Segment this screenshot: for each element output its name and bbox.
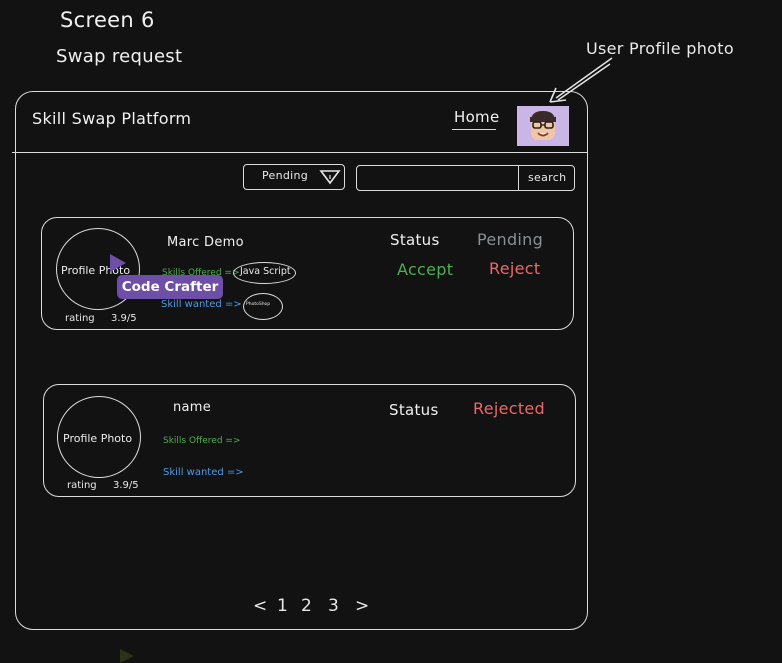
status-filter-value: Pending bbox=[262, 169, 309, 182]
skill-wanted-label: Skill wanted => bbox=[163, 467, 244, 478]
user-avatar-icon bbox=[530, 111, 556, 140]
accept-button[interactable]: Accept bbox=[397, 260, 453, 279]
search-divider bbox=[518, 166, 519, 190]
user-avatar[interactable] bbox=[517, 106, 569, 146]
pagination-page-1[interactable]: 1 bbox=[277, 596, 288, 616]
user-tooltip: Code Crafter bbox=[117, 275, 223, 299]
status-label: Status bbox=[390, 231, 440, 249]
header-divider bbox=[12, 152, 588, 153]
pagination-next[interactable]: > bbox=[355, 596, 369, 616]
cursor-pointer-icon bbox=[110, 254, 126, 272]
rating-value: 3.9/5 bbox=[113, 480, 139, 491]
skill-offered-text: Java Script bbox=[240, 266, 291, 277]
dropdown-triangle-icon[interactable] bbox=[319, 169, 341, 185]
skills-offered-label: Skills Offered => bbox=[163, 436, 241, 446]
user-name: name bbox=[173, 400, 212, 415]
skill-wanted-label: Skill wanted => bbox=[161, 299, 242, 310]
pagination-prev[interactable]: < bbox=[253, 596, 267, 616]
home-link[interactable]: Home bbox=[454, 108, 500, 126]
cursor-pointer-icon bbox=[120, 649, 134, 663]
status-value-rejected: Rejected bbox=[473, 399, 546, 418]
profile-photo-label: Profile Photo bbox=[63, 432, 133, 445]
pagination-page-3[interactable]: 3 bbox=[328, 596, 339, 616]
screen-subtitle: Swap request bbox=[56, 46, 183, 67]
app-title: Skill Swap Platform bbox=[32, 109, 192, 128]
rating-value: 3.9/5 bbox=[111, 313, 137, 324]
search-button[interactable]: search bbox=[528, 171, 566, 184]
status-value-pending: Pending bbox=[477, 230, 544, 249]
search-input[interactable] bbox=[358, 167, 524, 187]
rating-label: rating bbox=[67, 480, 97, 491]
reject-button[interactable]: Reject bbox=[489, 259, 540, 278]
rating-label: rating bbox=[65, 313, 95, 324]
screen-title: Screen 6 bbox=[60, 8, 155, 32]
home-underline bbox=[452, 129, 496, 130]
skill-wanted-text: PhotoShop bbox=[246, 302, 271, 307]
pagination-page-2[interactable]: 2 bbox=[301, 596, 312, 616]
status-label: Status bbox=[389, 401, 439, 419]
user-name: Marc Demo bbox=[167, 235, 244, 250]
